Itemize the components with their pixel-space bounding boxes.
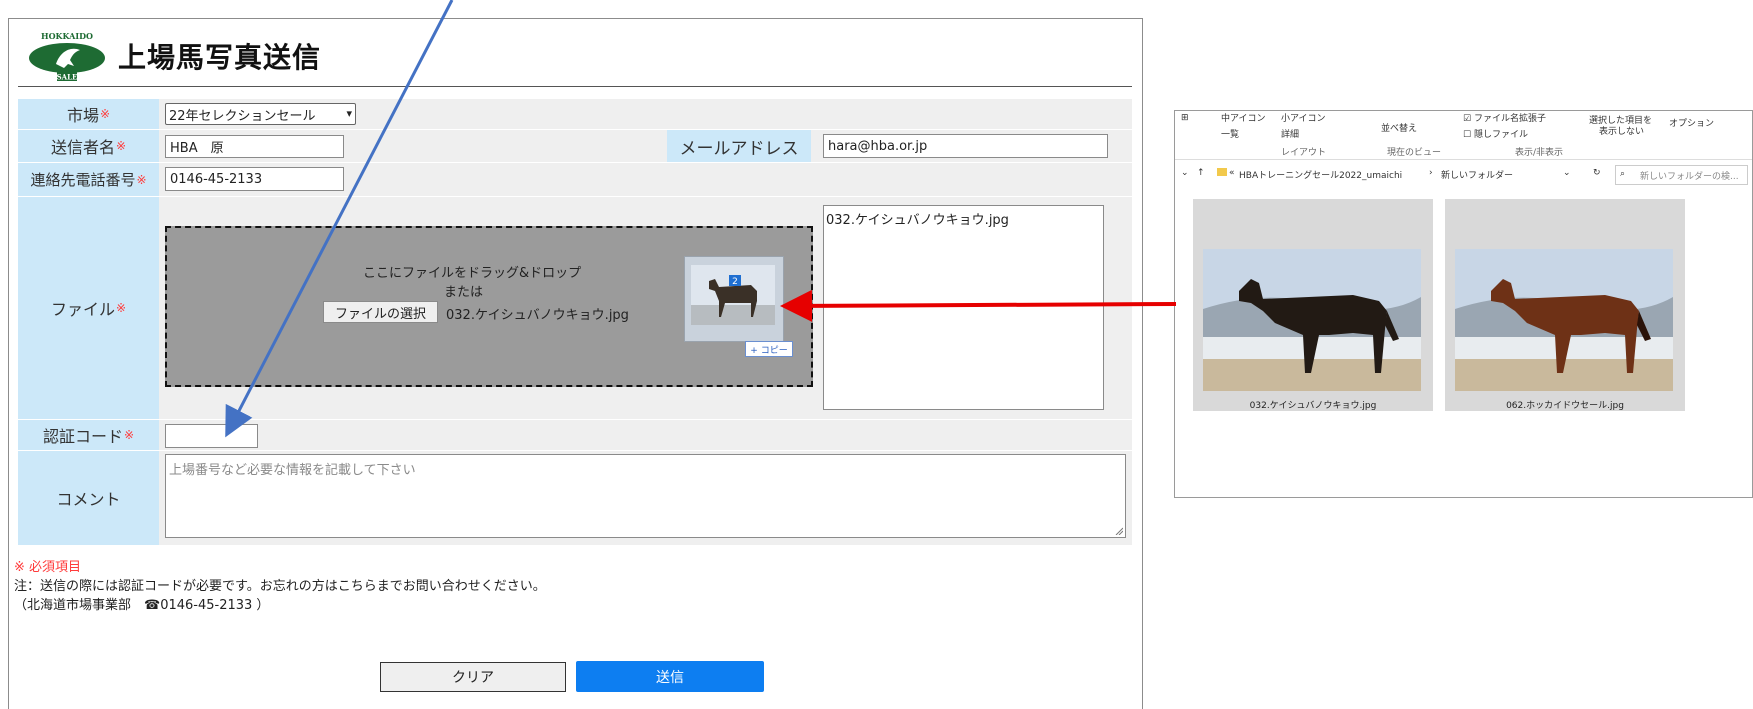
blue-annotation-arrow	[225, 0, 454, 438]
annotation-overlay	[225, 0, 1177, 438]
red-annotation-arrow	[780, 289, 1177, 322]
